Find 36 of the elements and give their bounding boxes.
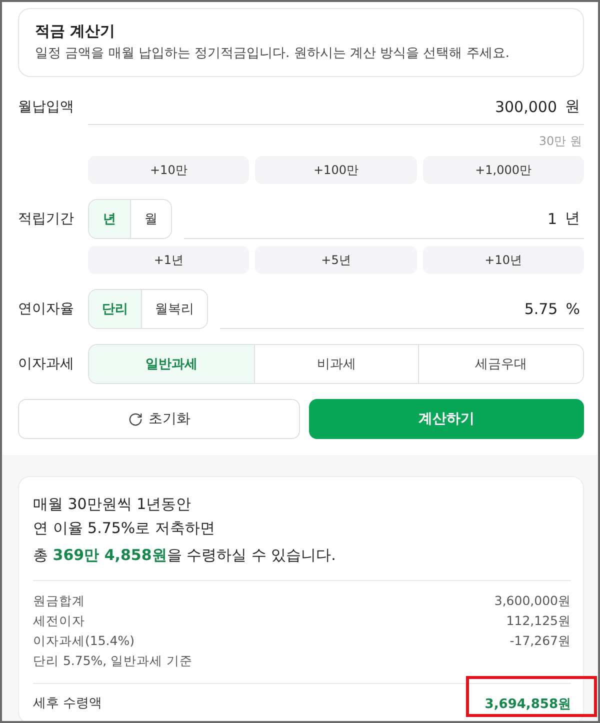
- result-summary: 총 369만 4,858원을 수령하실 수 있습니다.: [33, 545, 337, 566]
- number-input-field[interactable]: 5.75 %: [220, 289, 584, 329]
- toggle-option[interactable]: 월: [130, 200, 171, 238]
- calculator-description: 일정 금액을 매월 납입하는 정기적금입니다. 원하시는 계산 방식을 선택해 주세요.: [35, 45, 510, 63]
- field-label: 적립기간: [18, 210, 75, 228]
- field-label: 이자과세: [18, 355, 75, 373]
- number-input-field[interactable]: 300,000 원: [88, 89, 584, 125]
- detail-value: 3,600,000원: [494, 592, 571, 610]
- quick-add-button[interactable]: +5년: [255, 246, 417, 274]
- detail-label: 이자과세(15.4%): [33, 632, 134, 650]
- quick-add-button[interactable]: +1년: [88, 246, 250, 274]
- quick-add-button[interactable]: +1,000만: [422, 156, 584, 184]
- quick-add-button[interactable]: +100만: [255, 156, 417, 184]
- detail-label: 단리 5.75%, 일반과세 기준: [33, 652, 193, 670]
- amount-hint: 30만 원: [538, 133, 583, 150]
- segment-option[interactable]: 세금우대: [418, 345, 583, 383]
- quick-add-button[interactable]: +10만: [88, 156, 250, 184]
- toggle-option[interactable]: 년: [89, 200, 130, 238]
- toggle-option[interactable]: 월복리: [141, 290, 207, 328]
- detail-value: -17,267원: [510, 632, 571, 650]
- detail-label: 세전이자: [33, 612, 85, 630]
- result-sentence: 매월 30만원씩 1년동안: [33, 494, 192, 515]
- field-label: 연이자율: [18, 300, 75, 318]
- total-value: 3,694,858원: [484, 697, 571, 712]
- toggle-option[interactable]: 단리: [89, 290, 141, 328]
- reset-button[interactable]: 초기화: [18, 399, 300, 439]
- total-label: 세후 수령액: [33, 695, 102, 712]
- detail-label: 원금합계: [33, 592, 85, 610]
- calculator-title: 적금 계산기: [35, 21, 116, 41]
- rotate-arrow-icon: [128, 412, 142, 426]
- segment-option[interactable]: 일반과세: [89, 345, 254, 383]
- detail-value: 112,125원: [506, 612, 571, 630]
- field-label: 월납입액: [18, 98, 75, 116]
- result-sentence: 연 이율 5.75%로 저축하면: [33, 518, 216, 539]
- quick-add-button[interactable]: +10년: [422, 246, 584, 274]
- number-input-field[interactable]: 1 년: [184, 199, 584, 239]
